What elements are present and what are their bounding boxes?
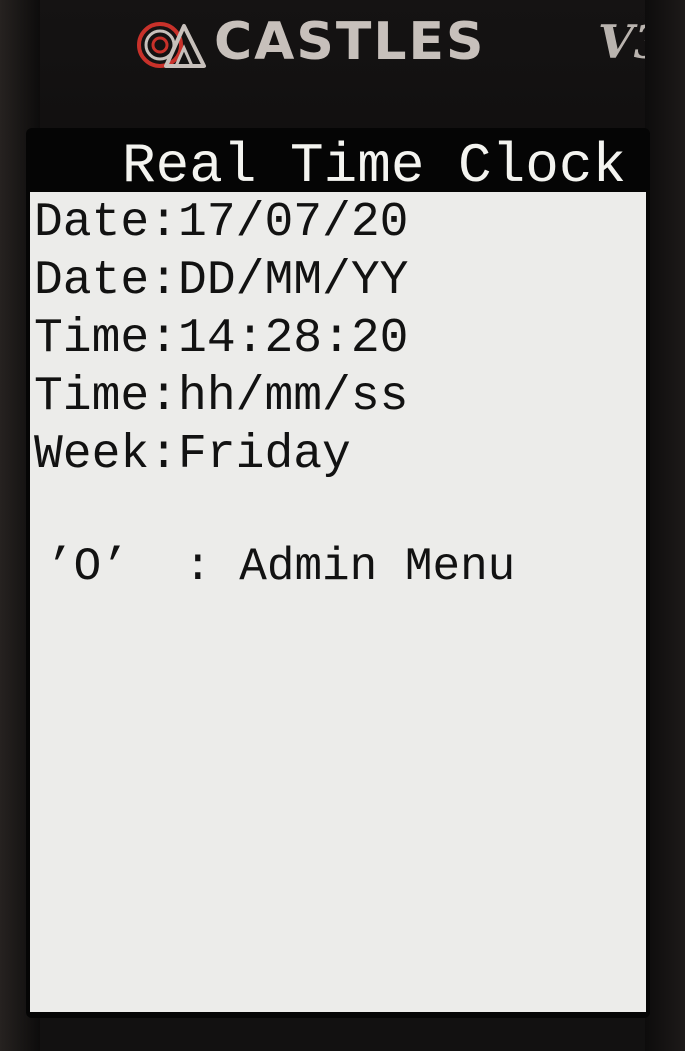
time-format-line: Time:hh/mm/ss: [34, 370, 409, 424]
admin-menu-hint[interactable]: ’O’ : Admin Menu: [46, 538, 515, 596]
brand-bar: CASTLES V3: [0, 0, 685, 95]
castles-logo-icon: [136, 20, 208, 70]
bottom-bezel: [40, 1018, 645, 1051]
screen-title: Real Time Clock: [122, 134, 627, 198]
model-version: V3: [598, 15, 666, 69]
date-value-line: Date:17/07/20: [34, 196, 409, 250]
time-value-line: Time:14:28:20: [34, 312, 409, 366]
lcd-screen: Real Time Clock Date:17/07/20 Date:DD/MM…: [30, 132, 646, 1012]
brand-name: CASTLES: [214, 12, 486, 72]
title-bar: Real Time Clock: [30, 132, 646, 196]
date-format-line: Date:DD/MM/YY: [34, 254, 409, 308]
weekday-line: Week:Friday: [34, 428, 351, 482]
payment-terminal: CASTLES V3 Real Time Clock Date:17/07/20…: [0, 0, 685, 1051]
